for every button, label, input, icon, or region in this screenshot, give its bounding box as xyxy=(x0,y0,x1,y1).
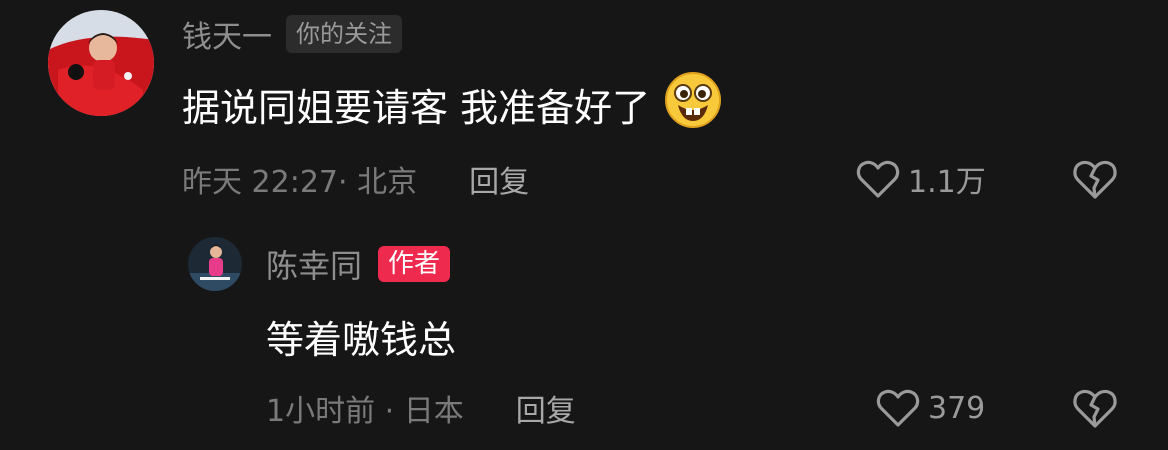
comment-header: 钱天一 你的关注 xyxy=(182,12,402,56)
broken-heart-icon xyxy=(1072,387,1118,429)
broken-heart-icon xyxy=(1072,158,1118,200)
reply-button[interactable]: 回复 xyxy=(516,386,576,430)
heart-outline-icon xyxy=(876,388,920,428)
username[interactable]: 陈幸同 xyxy=(266,241,362,287)
like-count: 1.1万 xyxy=(908,165,986,200)
reply-item: 陈幸同 作者 等着嗷钱总 1小时前 · 日本 回复 379 xyxy=(0,215,1168,450)
reply-header: 陈幸同 作者 xyxy=(266,241,451,287)
username[interactable]: 钱天一 xyxy=(182,12,272,56)
like-button[interactable]: 379 xyxy=(876,385,985,431)
comment-item: 钱天一 你的关注 据说同姐要请客 我准备好了 昨天 22:27· 北京 回复 1… xyxy=(0,0,1168,215)
comment-text: 据说同姐要请客 我准备好了 xyxy=(182,85,651,130)
avatar[interactable] xyxy=(188,237,242,291)
dislike-button[interactable] xyxy=(1072,387,1118,429)
heart-outline-icon xyxy=(856,159,900,199)
reply-meta: 1小时前 · 日本 回复 xyxy=(266,385,576,431)
reply-text-row: 等着嗷钱总 xyxy=(266,309,456,363)
timestamp-location: 1小时前 · 日本 xyxy=(266,394,464,429)
reply-button[interactable]: 回复 xyxy=(469,157,529,201)
comment-text-row: 据说同姐要请客 我准备好了 xyxy=(182,71,722,132)
like-button[interactable]: 1.1万 xyxy=(856,156,986,202)
comment-meta: 昨天 22:27· 北京 回复 xyxy=(182,156,529,202)
reply-text: 等着嗷钱总 xyxy=(266,317,457,362)
author-badge: 作者 xyxy=(378,246,451,282)
avatar[interactable] xyxy=(48,10,154,116)
grinning-face-emoji xyxy=(664,71,722,138)
following-badge: 你的关注 xyxy=(286,15,402,53)
timestamp-location: 昨天 22:27· 北京 xyxy=(182,165,418,200)
dislike-button[interactable] xyxy=(1072,158,1118,200)
like-count: 379 xyxy=(928,390,986,426)
